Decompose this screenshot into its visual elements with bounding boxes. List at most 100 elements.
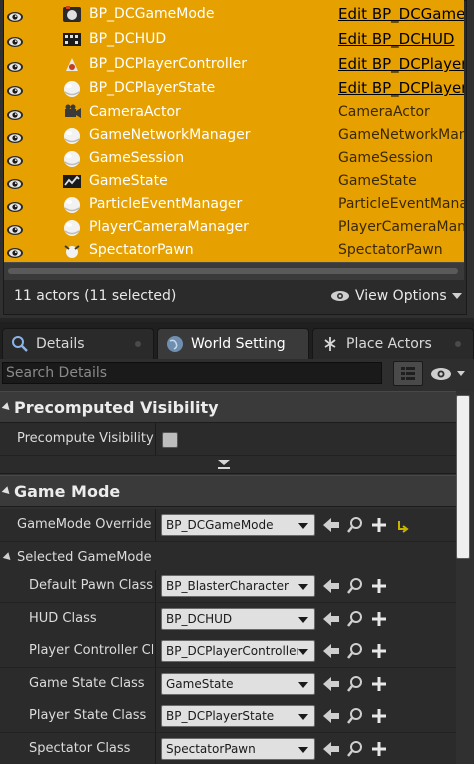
actor-row[interactable]: GameNetworkManager GameNetworkManager (4, 124, 464, 147)
actor-type: PlayerCameraManager (338, 219, 464, 235)
actor-count-status: 11 actors (11 selected) (14, 288, 177, 304)
browse-icon[interactable] (345, 641, 365, 661)
add-icon[interactable] (369, 739, 389, 759)
edit-blueprint-link[interactable]: Edit BP_DCPlayerController (338, 55, 464, 73)
pawn-icon (62, 241, 82, 260)
actor-list[interactable]: BP_DCGameMode Edit BP_DCGameMode BP_DCHUD E… (4, 0, 464, 262)
advanced-expander[interactable] (0, 456, 456, 474)
vertical-scrollbar[interactable] (456, 395, 470, 559)
asset-actions (321, 576, 389, 596)
use-selected-arrow-icon[interactable] (321, 609, 341, 629)
use-selected-arrow-icon[interactable] (321, 641, 341, 661)
add-icon[interactable] (369, 641, 389, 661)
section-precomputed-visibility[interactable]: Precomputed Visibility (0, 391, 456, 423)
sphere-icon (62, 79, 82, 98)
actor-type: GameState (338, 173, 417, 189)
edit-blueprint-link[interactable]: Edit BP_DCGameMode (338, 5, 464, 23)
property-label: Selected GameMode (17, 550, 152, 565)
tab-place-actors[interactable]: Place Actors (312, 328, 474, 359)
actor-label: ParticleEventManager (89, 196, 243, 212)
column-divider[interactable] (155, 423, 156, 455)
visibility-eye-icon[interactable] (6, 175, 24, 189)
class-picker-combo[interactable]: BP_DCHUD (161, 607, 315, 630)
visibility-options-button[interactable] (430, 365, 468, 383)
actor-row[interactable]: BP_DCPlayerController Edit BP_DCPlayerCon… (4, 53, 464, 76)
browse-icon[interactable] (345, 576, 365, 596)
actor-row[interactable]: BP_DCGameMode Edit BP_DCGameMode (4, 3, 464, 26)
visibility-eye-icon[interactable] (6, 129, 24, 143)
visibility-eye-icon[interactable] (6, 244, 24, 258)
property-label: Player State Class (29, 708, 147, 724)
view-options-button[interactable]: View Options (330, 288, 462, 304)
actor-row[interactable]: GameSession GameSession (4, 147, 464, 170)
view-options-label: View Options (355, 288, 447, 304)
gamemode-override-combo[interactable]: BP_DCGameMode (161, 514, 315, 536)
visibility-eye-icon[interactable] (6, 8, 24, 22)
class-picker-combo[interactable]: BP_DCPlayerController (161, 640, 315, 663)
use-selected-arrow-icon[interactable] (321, 739, 341, 759)
visibility-eye-icon[interactable] (6, 198, 24, 212)
property-row: Default Pawn Class BP_BlasterCharacter (0, 570, 456, 603)
use-selected-arrow-icon[interactable] (321, 576, 341, 596)
class-picker-combo[interactable]: SpectatorPawn (161, 738, 315, 760)
edit-blueprint-link[interactable]: Edit BP_DCHUD (338, 30, 454, 48)
class-picker-combo[interactable]: BP_BlasterCharacter (161, 575, 315, 597)
browse-icon[interactable] (345, 706, 365, 726)
tab-details[interactable]: Details (2, 328, 154, 359)
property-matrix-button[interactable] (393, 361, 423, 386)
column-divider[interactable] (155, 700, 156, 733)
visibility-eye-icon[interactable] (6, 106, 24, 120)
add-icon[interactable] (369, 706, 389, 726)
browse-icon[interactable] (345, 674, 365, 694)
actor-row[interactable]: BP_DCPlayerState Edit BP_DCPlayerState (4, 77, 464, 100)
visibility-eye-icon[interactable] (6, 33, 24, 47)
actor-row[interactable]: BP_DCHUD Edit BP_DCHUD (4, 28, 464, 51)
sphere-icon (62, 218, 82, 237)
section-game-mode[interactable]: Game Mode (0, 475, 456, 507)
actor-label: BP_DCHUD (89, 31, 167, 47)
visibility-eye-icon[interactable] (6, 221, 24, 235)
column-divider[interactable] (155, 509, 156, 541)
column-divider[interactable] (155, 602, 156, 635)
reset-to-default-icon[interactable] (393, 515, 413, 535)
actor-row[interactable]: GameState GameState (4, 170, 464, 193)
add-icon[interactable] (369, 576, 389, 596)
visibility-eye-icon[interactable] (6, 82, 24, 96)
search-icon[interactable] (361, 364, 381, 384)
dropdown-arrow-icon (298, 616, 308, 623)
visibility-eye-icon[interactable] (6, 58, 24, 72)
add-icon[interactable] (369, 674, 389, 694)
expand-arrow-icon (2, 552, 14, 563)
precompute-visibility-checkbox[interactable] (162, 432, 178, 448)
close-icon[interactable] (135, 341, 141, 347)
tab-world-settings[interactable]: World Setting (157, 328, 309, 359)
property-row: Player State Class BP_DCPlayerState (0, 700, 456, 734)
eye-icon (431, 368, 465, 380)
class-picker-combo[interactable]: BP_DCPlayerState (161, 705, 315, 728)
property-label: Precompute Visibility (17, 431, 154, 446)
sphere-icon (62, 195, 82, 214)
browse-icon[interactable] (345, 739, 365, 759)
browse-icon[interactable] (345, 515, 365, 535)
actor-row[interactable]: ParticleEventManager ParticleEventManager (4, 193, 464, 216)
use-selected-arrow-icon[interactable] (321, 515, 341, 535)
actor-row[interactable]: CameraActor CameraActor (4, 101, 464, 124)
class-picker-combo[interactable]: GameState (161, 672, 315, 695)
column-divider[interactable] (155, 570, 156, 602)
use-selected-arrow-icon[interactable] (321, 706, 341, 726)
column-divider[interactable] (155, 733, 156, 764)
browse-icon[interactable] (345, 609, 365, 629)
close-icon[interactable] (455, 341, 461, 347)
column-divider[interactable] (155, 667, 156, 700)
actor-row[interactable]: PlayerCameraManager PlayerCameraManager (4, 216, 464, 239)
edit-blueprint-link[interactable]: Edit BP_DCPlayerState (338, 79, 464, 97)
horizontal-scrollbar[interactable] (8, 268, 458, 274)
visibility-eye-icon[interactable] (6, 152, 24, 166)
asset-actions (321, 515, 413, 535)
column-divider[interactable] (155, 635, 156, 668)
actor-row[interactable]: SpectatorPawn SpectatorPawn (4, 239, 464, 262)
add-icon[interactable] (369, 609, 389, 629)
use-selected-arrow-icon[interactable] (321, 674, 341, 694)
add-icon[interactable] (369, 515, 389, 535)
search-details-input[interactable] (2, 362, 382, 384)
